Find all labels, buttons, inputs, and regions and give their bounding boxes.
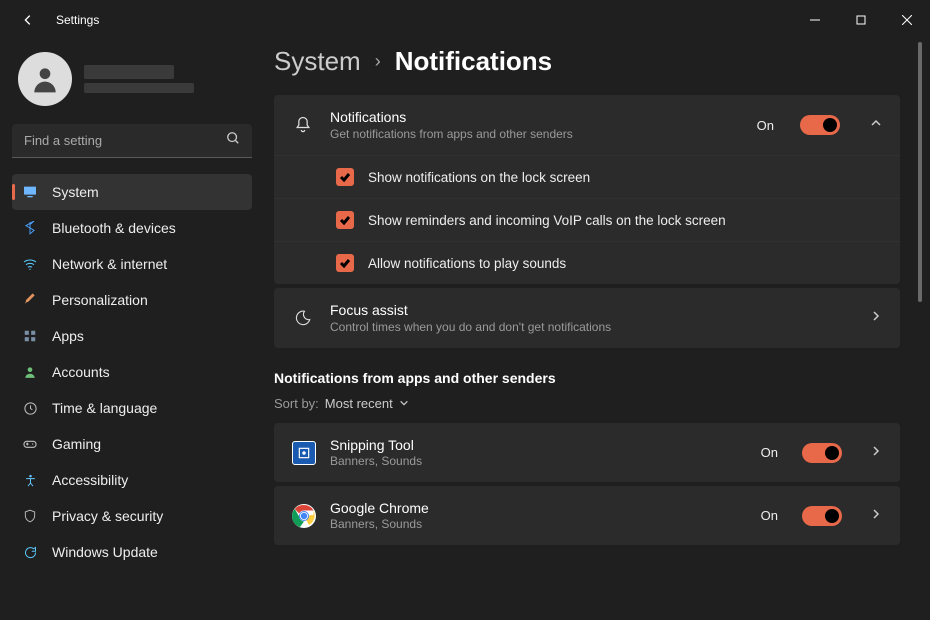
content-pane: System › Notifications Notifications Get…	[260, 40, 930, 620]
notifications-title: Notifications	[330, 109, 741, 125]
profile-block[interactable]	[12, 46, 252, 124]
checkbox-label: Show reminders and incoming VoIP calls o…	[368, 213, 726, 228]
app-notification-row[interactable]: Snipping ToolBanners, Sounds On	[274, 423, 900, 482]
scrollbar-thumb[interactable]	[918, 42, 922, 302]
sidebar: System Bluetooth & devices Network & inter…	[0, 40, 260, 620]
app-name: Google Chrome	[330, 500, 747, 516]
sort-by-label: Sort by:	[274, 396, 319, 411]
brush-icon	[22, 292, 38, 308]
sort-by-value: Most recent	[325, 396, 393, 411]
sidebar-item-personalization[interactable]: Personalization	[12, 282, 252, 318]
checkbox[interactable]	[336, 168, 354, 186]
notifications-subtitle: Get notifications from apps and other se…	[330, 127, 741, 141]
sidebar-item-label: Bluetooth & devices	[52, 220, 176, 236]
search-input[interactable]	[24, 133, 226, 148]
close-button[interactable]	[884, 0, 930, 40]
chevron-right-icon	[870, 444, 882, 462]
notifications-header-row[interactable]: Notifications Get notifications from app…	[274, 95, 900, 155]
sidebar-item-label: Privacy & security	[52, 508, 163, 524]
wifi-icon	[22, 256, 38, 272]
sidebar-item-label: Apps	[52, 328, 84, 344]
chevron-right-icon	[870, 507, 882, 525]
sidebar-item-network-internet[interactable]: Network & internet	[12, 246, 252, 282]
app-state-label: On	[761, 445, 778, 460]
sidebar-item-label: Windows Update	[52, 544, 158, 560]
sidebar-item-gaming[interactable]: Gaming	[12, 426, 252, 462]
breadcrumb-parent[interactable]: System	[274, 46, 361, 77]
avatar	[18, 52, 72, 106]
app-state-label: On	[761, 508, 778, 523]
apps-section-heading: Notifications from apps and other sender…	[274, 370, 900, 386]
notification-option-row: Allow notifications to play sounds	[274, 241, 900, 284]
breadcrumb-current: Notifications	[395, 46, 552, 77]
sidebar-item-label: Accessibility	[52, 472, 128, 488]
app-subtitle: Banners, Sounds	[330, 454, 747, 468]
sidebar-item-apps[interactable]: Apps	[12, 318, 252, 354]
sidebar-item-system[interactable]: System	[12, 174, 252, 210]
gamepad-icon	[22, 436, 38, 452]
sidebar-item-label: Gaming	[52, 436, 101, 452]
profile-text	[84, 65, 194, 93]
search-box[interactable]	[12, 124, 252, 158]
sidebar-item-accounts[interactable]: Accounts	[12, 354, 252, 390]
checkbox-label: Allow notifications to play sounds	[368, 256, 566, 271]
minimize-button[interactable]	[792, 0, 838, 40]
back-button[interactable]	[18, 10, 38, 30]
sidebar-item-label: Network & internet	[52, 256, 167, 272]
window-controls	[792, 0, 930, 40]
sidebar-item-label: Accounts	[52, 364, 110, 380]
sidebar-item-label: Personalization	[52, 292, 148, 308]
search-icon	[226, 131, 240, 150]
notification-option-row: Show reminders and incoming VoIP calls o…	[274, 198, 900, 241]
acc-icon	[22, 472, 38, 488]
chevron-up-icon[interactable]	[870, 116, 882, 134]
chrome-icon	[292, 504, 316, 528]
breadcrumb: System › Notifications	[274, 46, 900, 77]
notifications-state-label: On	[757, 118, 774, 133]
focus-assist-card[interactable]: Focus assist Control times when you do a…	[274, 288, 900, 348]
focus-assist-title: Focus assist	[330, 302, 840, 318]
monitor-icon	[22, 184, 38, 200]
app-toggle[interactable]	[802, 443, 842, 463]
checkbox-label: Show notifications on the lock screen	[368, 170, 590, 185]
focus-assist-subtitle: Control times when you do and don't get …	[330, 320, 840, 334]
shield-icon	[22, 508, 38, 524]
clock-icon	[22, 400, 38, 416]
checkbox[interactable]	[336, 211, 354, 229]
snipping-tool-icon	[292, 441, 316, 465]
sidebar-item-time-language[interactable]: Time & language	[12, 390, 252, 426]
sidebar-item-privacy-security[interactable]: Privacy & security	[12, 498, 252, 534]
app-notification-row[interactable]: Google ChromeBanners, Sounds On	[274, 486, 900, 545]
bluetooth-icon	[22, 220, 38, 236]
sidebar-item-label: System	[52, 184, 99, 200]
checkbox[interactable]	[336, 254, 354, 272]
chevron-right-icon	[870, 309, 882, 327]
sort-by-dropdown[interactable]: Sort by: Most recent	[274, 396, 900, 411]
sidebar-item-windows-update[interactable]: Windows Update	[12, 534, 252, 570]
profile-name-redacted	[84, 65, 174, 79]
person-icon	[22, 364, 38, 380]
app-name: Snipping Tool	[330, 437, 747, 453]
chevron-down-icon	[399, 396, 409, 411]
notification-option-row: Show notifications on the lock screen	[274, 155, 900, 198]
update-icon	[22, 544, 38, 560]
app-toggle[interactable]	[802, 506, 842, 526]
grid-icon	[22, 328, 38, 344]
maximize-button[interactable]	[838, 0, 884, 40]
moon-icon	[292, 307, 314, 329]
bell-icon	[292, 114, 314, 136]
sidebar-item-bluetooth-devices[interactable]: Bluetooth & devices	[12, 210, 252, 246]
sidebar-item-label: Time & language	[52, 400, 157, 416]
notifications-toggle[interactable]	[800, 115, 840, 135]
title-bar: Settings	[0, 0, 930, 40]
window-title: Settings	[56, 13, 792, 27]
notifications-card: Notifications Get notifications from app…	[274, 95, 900, 284]
chevron-right-icon: ›	[375, 51, 381, 72]
sidebar-item-accessibility[interactable]: Accessibility	[12, 462, 252, 498]
app-subtitle: Banners, Sounds	[330, 517, 747, 531]
profile-email-redacted	[84, 83, 194, 93]
